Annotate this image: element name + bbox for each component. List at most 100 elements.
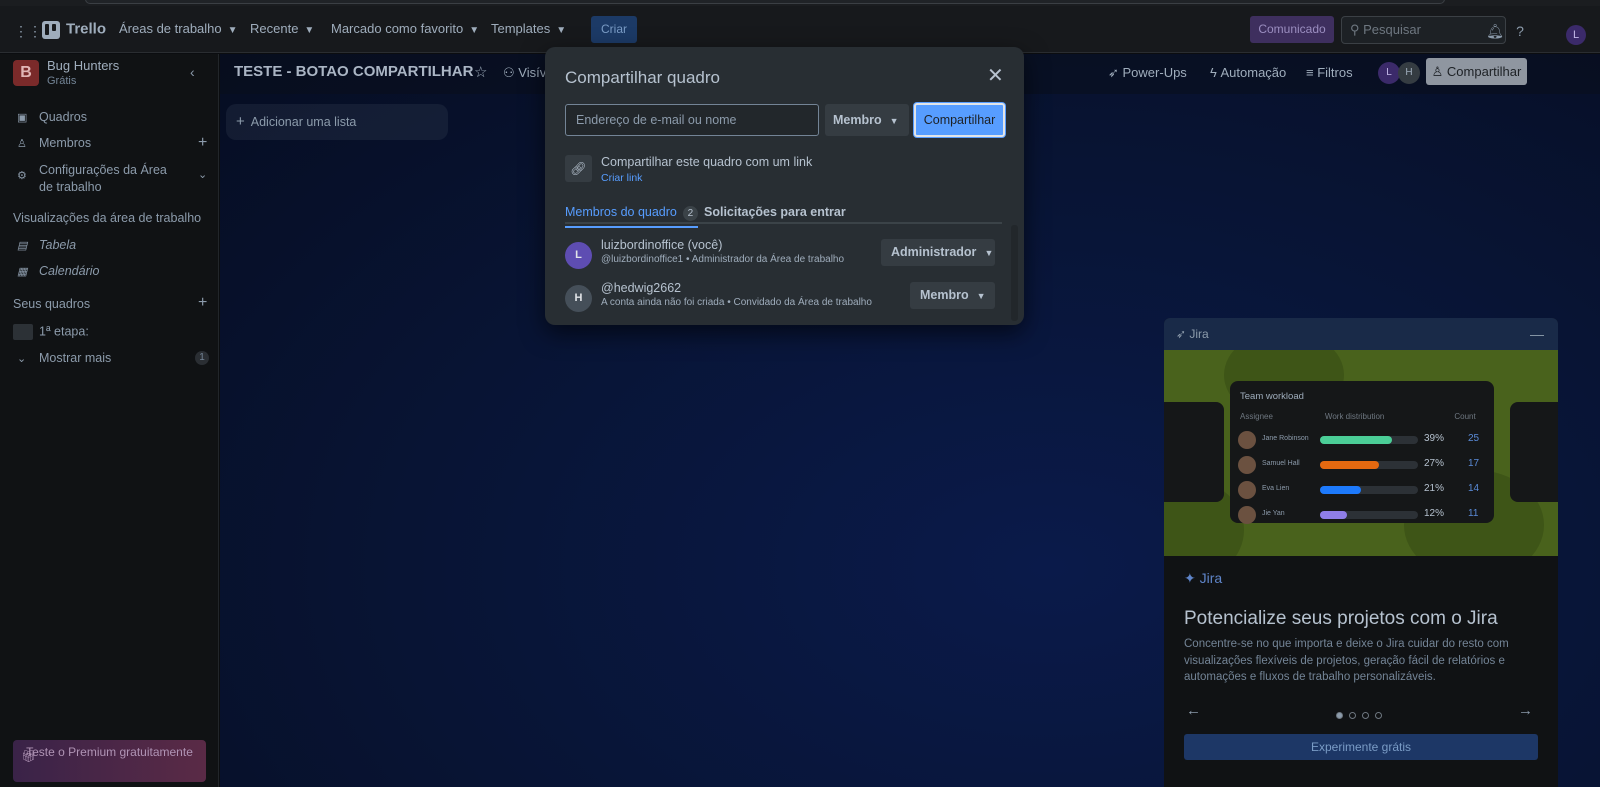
member-role-dropdown[interactable]: Administrador ▼ bbox=[881, 239, 995, 266]
row-percent: 27% bbox=[1424, 458, 1445, 469]
collapse-sidebar-icon[interactable]: ‹ bbox=[190, 64, 195, 80]
tab-label: Solicitações para entrar bbox=[704, 205, 846, 219]
add-member-icon[interactable]: + bbox=[198, 134, 207, 152]
filters-button[interactable]: ≡ Filtros bbox=[1306, 65, 1353, 80]
gear-icon: ⚙ bbox=[17, 170, 27, 182]
jira-bar-title: Jira bbox=[1189, 327, 1209, 341]
chevron-down-icon: ▼ bbox=[469, 25, 480, 36]
chevron-down-icon[interactable]: ⌄ bbox=[198, 168, 207, 181]
member-role-dropdown[interactable]: Membro ▼ bbox=[910, 282, 995, 309]
create-button[interactable]: Criar bbox=[591, 16, 637, 43]
automation-label: Automação bbox=[1220, 65, 1287, 80]
premium-trial-button[interactable]: 🎁︎ Teste o Premium gratuitamente bbox=[13, 740, 206, 782]
row-percent: 21% bbox=[1424, 483, 1445, 494]
sidebar-item-boards[interactable]: ▣ Quadros bbox=[17, 110, 87, 124]
nav-starred[interactable]: Marcado como favorito ▼ bbox=[331, 16, 479, 42]
sidebar-item-label: Membros bbox=[39, 136, 92, 150]
scrollbar[interactable] bbox=[1011, 225, 1018, 321]
carousel-dots bbox=[1336, 706, 1388, 724]
app-name: Trello bbox=[66, 20, 107, 38]
role-dropdown[interactable]: Membro ▼ bbox=[825, 104, 909, 136]
nav-workspaces[interactable]: Áreas de trabalho ▼ bbox=[119, 16, 238, 42]
browser-url-bar[interactable] bbox=[85, 0, 1445, 4]
nav-recent[interactable]: Recente ▼ bbox=[250, 16, 314, 42]
show-more-button[interactable]: ⌄ Mostrar mais bbox=[17, 351, 111, 365]
create-link-button[interactable]: Criar link bbox=[601, 172, 642, 184]
sidebar-item-label: Configurações da Área de trabalho bbox=[39, 163, 167, 194]
progress-fill bbox=[1320, 511, 1348, 519]
show-more-count: 1 bbox=[195, 351, 209, 365]
sidebar-item-calendar[interactable]: ▦ Calendário bbox=[17, 264, 99, 278]
bell-icon[interactable]: 🔔︎ bbox=[1486, 22, 1504, 40]
workspace-name[interactable]: Bug Hunters bbox=[47, 58, 119, 73]
add-list-button[interactable]: + Adicionar uma lista bbox=[226, 104, 448, 140]
share-board-button[interactable]: ♙ Compartilhar bbox=[1426, 58, 1527, 85]
board-thumbnail bbox=[13, 324, 33, 340]
board-icon: ▣ bbox=[17, 112, 28, 124]
chevron-down-icon: ▼ bbox=[984, 248, 994, 258]
powerups-button[interactable]: ➶ Power-Ups bbox=[1108, 65, 1187, 81]
lightning-icon: ϟ bbox=[1210, 65, 1221, 80]
person-icon: ♙ bbox=[17, 138, 27, 150]
jira-illustration: Team workload Assignee Work distribution C… bbox=[1164, 350, 1558, 556]
visibility-button[interactable]: ⚇ Visív bbox=[503, 65, 546, 81]
rocket-icon: ➶ bbox=[1108, 65, 1123, 80]
carousel-dot[interactable] bbox=[1349, 712, 1356, 719]
app-switcher-icon[interactable]: ⋮⋮ bbox=[14, 22, 42, 40]
add-board-icon[interactable]: + bbox=[198, 294, 207, 312]
workspace-badge[interactable]: B bbox=[13, 60, 39, 86]
minimize-icon[interactable]: — bbox=[1530, 318, 1544, 350]
jira-logo: ✦ Jira bbox=[1184, 570, 1222, 587]
row-count: 14 bbox=[1468, 483, 1480, 494]
member-subtitle: A conta ainda não foi criada • Convidado… bbox=[601, 297, 872, 308]
row-name: Jane Robinson bbox=[1262, 435, 1309, 442]
sidebar-item-settings[interactable]: ⚙ Configurações da Área de trabalho bbox=[17, 162, 182, 196]
jira-icon: ➶ bbox=[1176, 327, 1190, 341]
share-button[interactable]: Compartilhar bbox=[914, 103, 1005, 137]
share-board-dialog: Compartilhar quadro ✕ Membro ▼ Compartilh… bbox=[545, 47, 1024, 325]
progress-track bbox=[1320, 436, 1418, 444]
gift-icon: 🎁︎ bbox=[21, 749, 37, 763]
workload-row: Jie Yan 12% 11 bbox=[1238, 504, 1486, 524]
workload-row: Samuel Hall 27% 17 bbox=[1238, 454, 1486, 474]
help-icon[interactable]: ? bbox=[1511, 22, 1529, 40]
sidebar-item-label: Tabela bbox=[39, 238, 77, 252]
trello-logo[interactable]: Trello bbox=[42, 16, 106, 42]
tab-board-members[interactable]: Membros do quadro 2 bbox=[565, 205, 698, 228]
progress-fill bbox=[1320, 436, 1392, 444]
workload-row: Jane Robinson 39% 25 bbox=[1238, 429, 1486, 449]
try-free-button[interactable]: Experimente grátis bbox=[1184, 734, 1538, 760]
board-title[interactable]: TESTE - BOTAO COMPARTILHAR bbox=[234, 63, 473, 80]
search-input[interactable]: ⚲ Pesquisar bbox=[1341, 16, 1506, 44]
member-name: luizbordinoffice (você) bbox=[601, 238, 723, 252]
member-avatar[interactable]: H bbox=[1398, 62, 1420, 84]
chevron-down-icon: ⌄ bbox=[17, 353, 27, 365]
workspace-plan: Grátis bbox=[47, 75, 77, 87]
member-avatar[interactable]: L bbox=[1378, 62, 1400, 84]
user-avatar[interactable]: L bbox=[1566, 25, 1586, 45]
role-label: Administrador bbox=[891, 245, 977, 259]
avatar[interactable]: L bbox=[565, 242, 592, 269]
tab-join-requests[interactable]: Solicitações para entrar bbox=[704, 205, 846, 219]
progress-track bbox=[1320, 486, 1418, 494]
tab-label: Membros do quadro bbox=[565, 205, 677, 219]
email-field[interactable] bbox=[565, 104, 819, 136]
arrow-left-icon[interactable]: ← bbox=[1186, 702, 1201, 719]
sidebar-board-item[interactable]: 1ª etapa: bbox=[13, 324, 89, 340]
carousel-dot[interactable] bbox=[1375, 712, 1382, 719]
close-icon[interactable]: ✕ bbox=[987, 66, 1004, 86]
star-icon[interactable]: ☆ bbox=[474, 63, 487, 81]
table-icon: ▤ bbox=[17, 240, 28, 252]
carousel-dot[interactable] bbox=[1336, 712, 1343, 719]
sidebar-item-table[interactable]: ▤ Tabela bbox=[17, 238, 76, 252]
row-count: 11 bbox=[1468, 508, 1479, 519]
nav-templates[interactable]: Templates ▼ bbox=[491, 16, 566, 42]
arrow-right-icon[interactable]: → bbox=[1518, 702, 1533, 719]
sidebar-item-label: Calendário bbox=[39, 264, 100, 278]
automation-button[interactable]: ϟ Automação bbox=[1210, 65, 1286, 80]
avatar[interactable]: H bbox=[565, 285, 592, 312]
nav-label: Marcado como favorito bbox=[331, 21, 464, 36]
carousel-dot[interactable] bbox=[1362, 712, 1369, 719]
announcement-button[interactable]: Comunicado bbox=[1250, 16, 1334, 43]
sidebar-item-members[interactable]: ♙ Membros bbox=[17, 136, 91, 150]
